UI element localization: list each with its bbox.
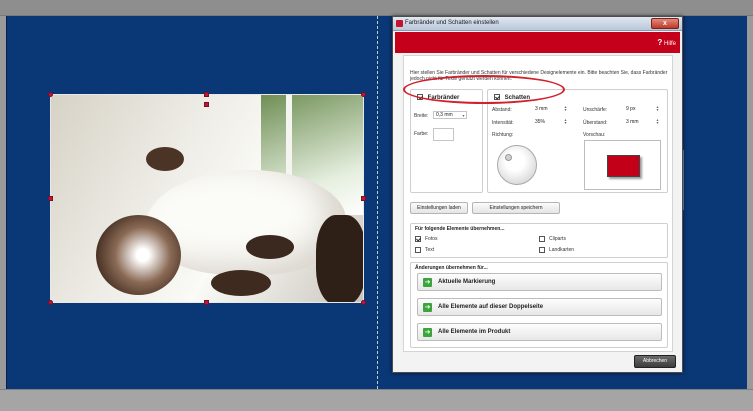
apply-changes-title: Änderungen übernehmen für...	[415, 265, 488, 271]
apply-product-button[interactable]: ➔ Alle Elemente im Produkt	[417, 323, 662, 341]
breite-label: Breite:	[414, 113, 429, 119]
intensitaet-spinner-icon[interactable]: ▴ ▾	[563, 118, 568, 125]
unschaerfe-input[interactable]: 9 px	[623, 105, 651, 113]
help-label: Hilfe	[663, 41, 676, 47]
dialog-title: Farbränder und Schatten einstellen	[405, 20, 499, 26]
resize-handle-top-right[interactable]	[361, 92, 366, 97]
richtung-label: Richtung:	[492, 132, 514, 138]
text-checkbox[interactable]	[415, 247, 421, 253]
dialog-header-bar: ? Hilfe	[395, 32, 680, 53]
intensitaet-input[interactable]: 35%	[532, 118, 560, 126]
ueberstand-input[interactable]: 3 mm	[623, 118, 651, 126]
dialog-titlebar[interactable]: Farbränder und Schatten einstellen x	[393, 17, 682, 31]
option-text[interactable]: Text	[415, 247, 434, 254]
cliparts-label: Cliparts	[549, 236, 566, 242]
shadow-preview	[584, 140, 661, 190]
breite-dropdown-icon[interactable]: ▾	[461, 114, 466, 118]
option-landkarten[interactable]: Landkarten	[539, 247, 574, 254]
ueberstand-label: Überstand:	[583, 120, 608, 126]
preview-swatch	[607, 155, 640, 177]
resize-handle-bottom[interactable]	[204, 300, 209, 305]
apply-spread-label: Alle Elemente auf dieser Doppelseite	[438, 304, 544, 310]
arrow-right-icon: ➔	[423, 278, 432, 287]
shadow-settings-dialog: Farbränder und Schatten einstellen x ? H…	[392, 16, 683, 373]
ueberstand-spinner-icon[interactable]: ▴ ▾	[655, 118, 660, 125]
option-fotos[interactable]: Fotos	[415, 236, 438, 243]
arrow-right-icon: ➔	[423, 328, 432, 337]
fotos-checkbox[interactable]	[415, 236, 421, 242]
annotation-ellipse	[403, 75, 565, 104]
load-settings-button[interactable]: Einstellungen laden	[410, 202, 468, 214]
landkarten-label: Landkarten	[549, 247, 575, 253]
text-label: Text	[425, 247, 435, 253]
direction-dial-knob[interactable]	[505, 154, 512, 161]
help-link[interactable]: ? Hilfe	[657, 38, 676, 47]
apply-elements-title: Für folgende Elemente übernehmen...	[415, 226, 505, 232]
photo-cat-head	[96, 215, 181, 295]
farbraender-group: Farbränder Breite: 0,3 mm ▾ Farbe:	[410, 89, 483, 193]
photo-cat-paw	[146, 147, 184, 171]
option-cliparts[interactable]: Cliparts	[539, 236, 566, 243]
abstand-input[interactable]: 3 mm	[532, 105, 560, 113]
apply-current-selection-button[interactable]: ➔ Aktuelle Markierung	[417, 273, 662, 291]
direction-dial[interactable]	[497, 145, 537, 185]
schatten-group: Schatten Abstand: 3 mm ▴ ▾ Intensität: 35…	[487, 89, 668, 193]
photo-cat-paw	[211, 270, 271, 296]
resize-handle-top-left[interactable]	[48, 92, 53, 97]
photo-cat-tail	[316, 215, 363, 302]
landkarten-checkbox[interactable]	[539, 247, 545, 253]
resize-handle-top[interactable]	[204, 92, 209, 97]
cancel-button[interactable]: Abbrechen	[634, 355, 676, 368]
photo-cat-paw	[246, 235, 294, 259]
intensitaet-label: Intensität:	[492, 120, 514, 126]
bottom-toolbar	[0, 389, 753, 411]
unschaerfe-label: Unschärfe:	[583, 107, 608, 113]
page-fold-guide	[377, 16, 378, 389]
app-icon	[396, 20, 403, 27]
unschaerfe-spinner-icon[interactable]: ▴ ▾	[655, 105, 660, 112]
close-button[interactable]: x	[651, 18, 679, 29]
cliparts-checkbox[interactable]	[539, 236, 545, 242]
arrow-right-icon: ➔	[423, 303, 432, 312]
resize-handle-bottom-right[interactable]	[361, 300, 366, 305]
abstand-label: Abstand:	[492, 107, 512, 113]
resize-handle-bottom-left[interactable]	[48, 300, 53, 305]
apply-spread-button[interactable]: ➔ Alle Elemente auf dieser Doppelseite	[417, 298, 662, 316]
apply-product-label: Alle Elemente im Produkt	[438, 329, 511, 335]
help-icon: ?	[657, 38, 663, 47]
apply-current-selection-label: Aktuelle Markierung	[438, 279, 496, 285]
resize-handle-right[interactable]	[361, 196, 366, 201]
resize-handle-left[interactable]	[48, 196, 53, 201]
rotate-handle[interactable]	[204, 102, 209, 107]
fotos-label: Fotos	[425, 236, 438, 242]
abstand-spinner-icon[interactable]: ▴ ▾	[563, 105, 568, 112]
save-settings-button[interactable]: Einstellungen speichern	[472, 202, 560, 214]
selected-photo[interactable]	[50, 94, 364, 303]
apply-changes-group: Änderungen übernehmen für... ➔ Aktuelle …	[410, 262, 668, 348]
apply-elements-group: Für folgende Elemente übernehmen... Foto…	[410, 223, 668, 258]
farbe-label: Farbe:	[414, 131, 429, 137]
vorschau-label: Vorschau:	[583, 132, 606, 138]
top-toolbar	[0, 0, 753, 16]
farbe-color-picker[interactable]	[433, 128, 454, 141]
